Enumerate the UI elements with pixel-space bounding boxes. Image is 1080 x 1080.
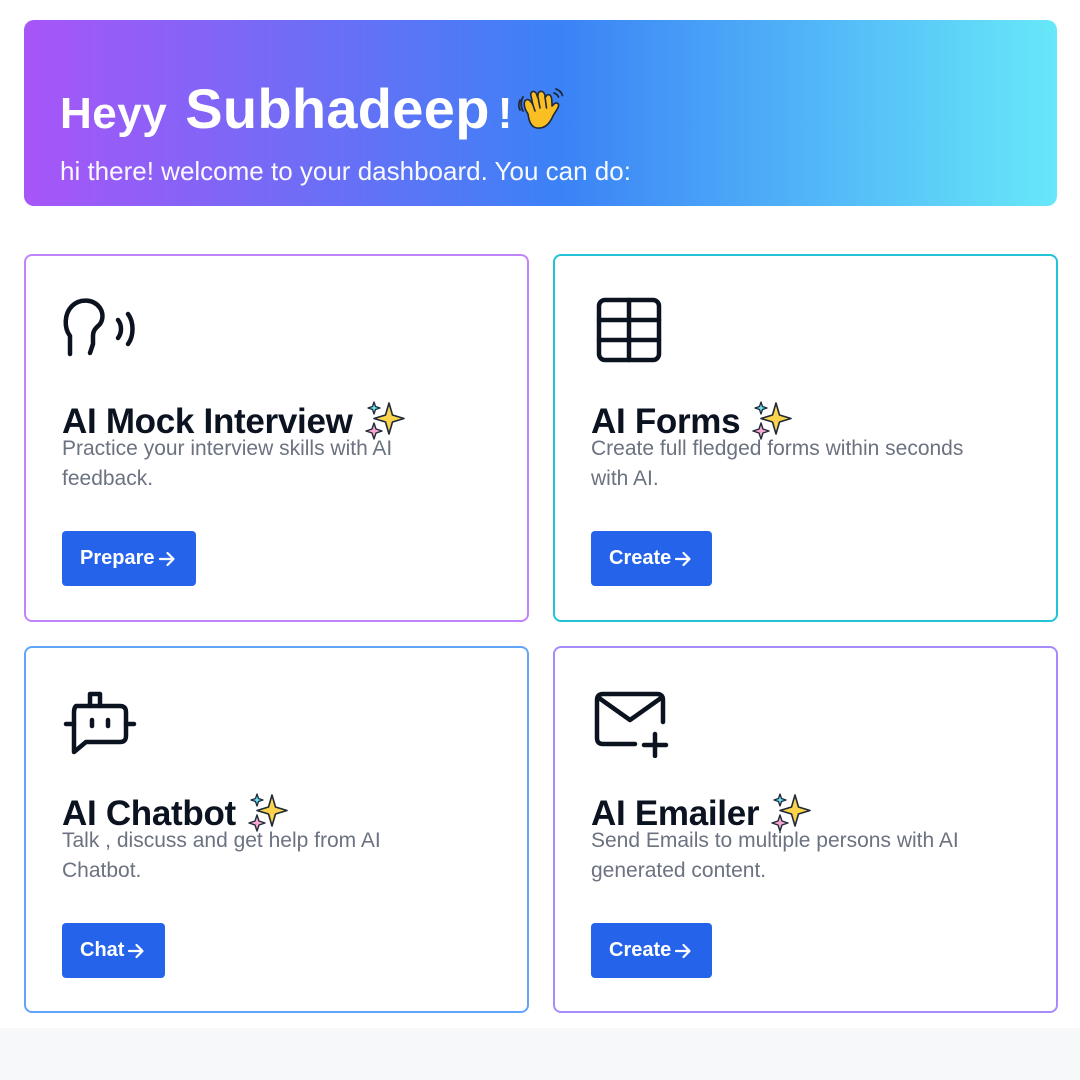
prepare-button[interactable]: Prepare: [62, 531, 196, 586]
arrow-right-icon: [673, 549, 693, 569]
greeting-text: Heyy: [60, 89, 168, 138]
button-label: Chat: [80, 939, 125, 961]
chatbot-card: AI Chatbot Talk , discuss and get help f…: [24, 646, 529, 1013]
table-grid-icon: [596, 297, 662, 363]
button-label: Create: [609, 939, 672, 961]
waving-hand-icon: [518, 88, 564, 129]
page-footer-band: [0, 1028, 1080, 1080]
card-description: Talk , discuss and get help from AI Chat…: [62, 829, 381, 882]
emailer-card: AI Emailer Send Emails to multiple perso…: [553, 646, 1058, 1013]
card-description: Create full fledged forms within seconds…: [591, 437, 964, 490]
create-forms-button[interactable]: Create: [591, 531, 713, 586]
arrow-right-icon: [157, 549, 177, 569]
forms-card: AI Forms Create full fledged forms withi…: [553, 254, 1058, 622]
mail-plus-icon: [594, 691, 669, 758]
robot-chat-icon: [63, 691, 137, 755]
button-label: Prepare: [80, 547, 155, 569]
welcome-subtitle: hi there! welcome to your dashboard. You…: [60, 156, 631, 186]
card-description: Practice your interview skills with AI f…: [62, 437, 393, 490]
user-name: Subhadeep: [185, 77, 490, 140]
arrow-right-icon: [673, 941, 693, 961]
speaking-head-icon: [63, 298, 135, 357]
welcome-banner: Heyy Subhadeep ! hi there! welcome to yo…: [24, 20, 1057, 206]
mock-interview-card: AI Mock Interview Practice your intervie…: [24, 254, 529, 622]
chat-button[interactable]: Chat: [62, 923, 166, 978]
button-label: Create: [609, 547, 672, 569]
card-description: Send Emails to multiple persons with AI …: [591, 829, 959, 882]
greeting-heading: Heyy Subhadeep !: [60, 76, 566, 141]
greeting-exclamation: !: [497, 89, 513, 138]
arrow-right-icon: [126, 941, 146, 961]
create-email-button[interactable]: Create: [591, 923, 713, 978]
